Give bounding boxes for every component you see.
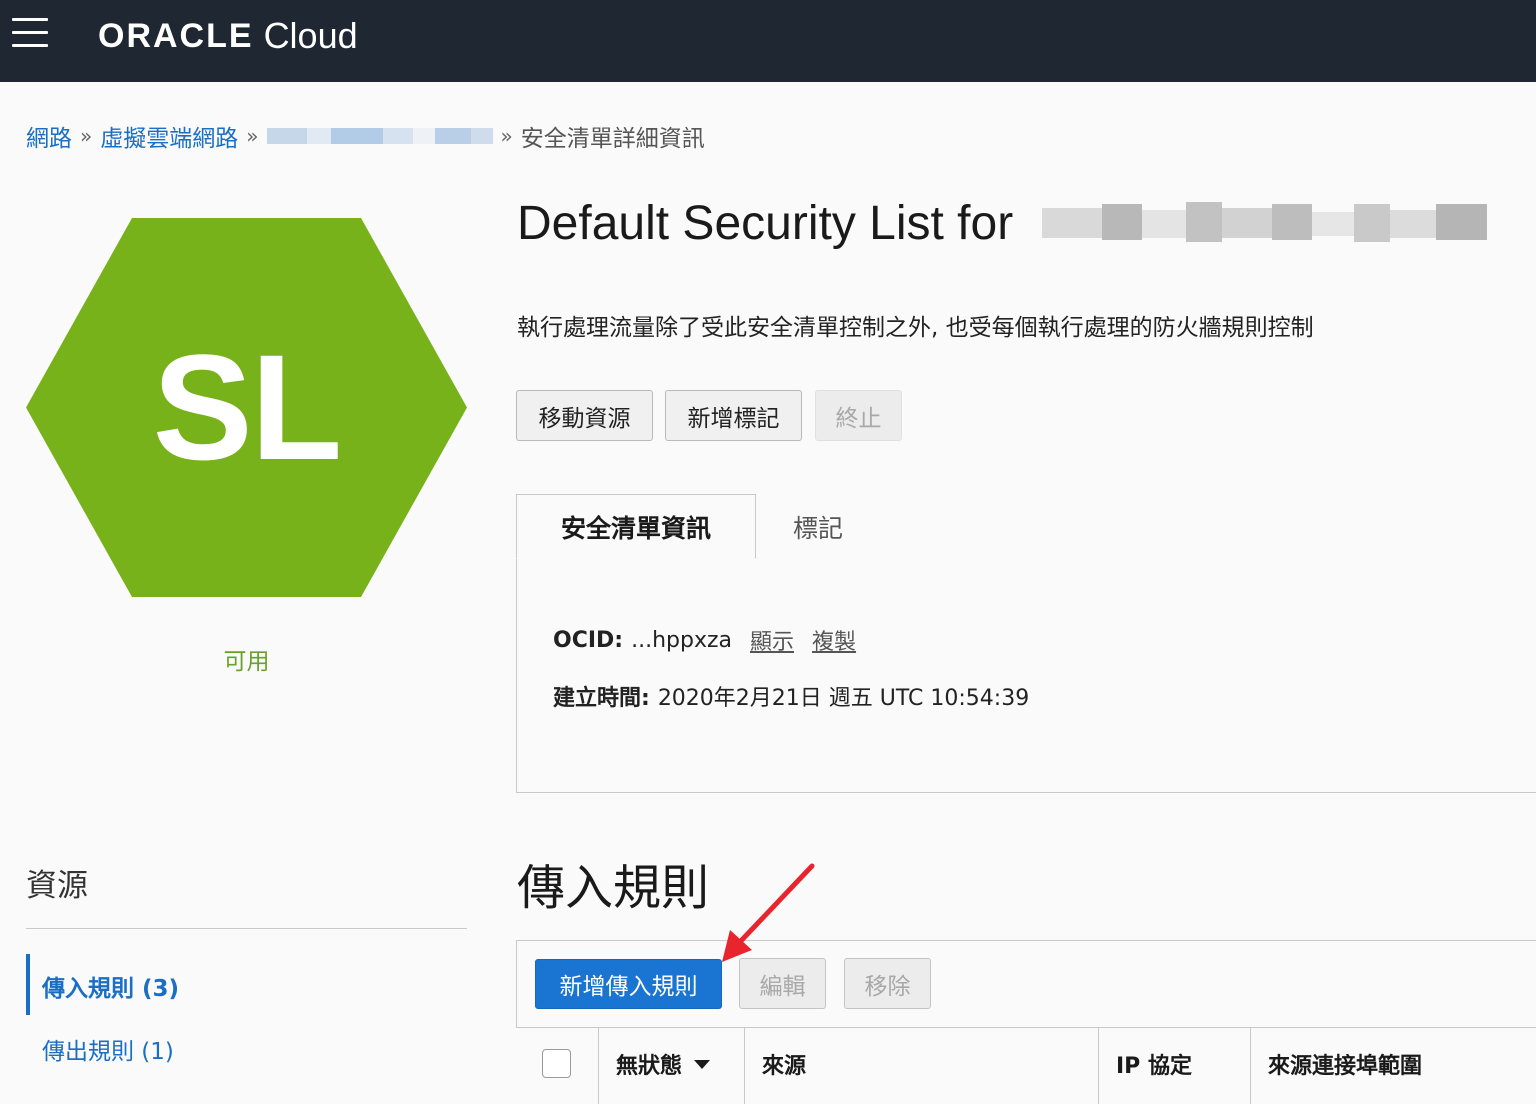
column-header-source[interactable]: 來源	[744, 1028, 1098, 1100]
created-label: 建立時間:	[553, 686, 650, 711]
sidebar-item-ingress-rules[interactable]: 傳入規則 (3)	[42, 969, 179, 1003]
terminate-button[interactable]: 終止	[815, 390, 902, 441]
breadcrumb-redacted-vcn-name[interactable]	[266, 123, 493, 149]
tab-security-list-info[interactable]: 安全清單資訊	[516, 494, 756, 559]
add-tags-button[interactable]: 新增標記	[665, 390, 802, 441]
resources-divider	[26, 928, 467, 929]
brand-secondary: Cloud	[263, 15, 358, 56]
ocid-row: OCID: ...hppxza 顯示 複製	[553, 624, 856, 656]
breadcrumb-separator: »	[246, 124, 259, 148]
top-navigation-bar: ORACLE Cloud	[0, 0, 1536, 82]
column-header-ip-protocol[interactable]: IP 協定	[1098, 1028, 1250, 1100]
page-title: Default Security List for	[517, 197, 1014, 250]
sidebar-item-egress-rules[interactable]: 傳出規則 (1)	[42, 1032, 174, 1066]
select-all-checkbox[interactable]	[542, 1049, 571, 1078]
edit-button[interactable]: 編輯	[739, 958, 826, 1009]
column-header-stateless[interactable]: 無狀態	[598, 1028, 744, 1100]
brand-primary: ORACLE	[98, 16, 254, 55]
resources-title: 資源	[26, 868, 88, 904]
created-value: 2020年2月21日 週五 UTC 10:54:39	[657, 686, 1030, 711]
active-indicator	[26, 954, 30, 1015]
sort-caret-icon	[694, 1059, 711, 1069]
breadcrumb-separator: »	[80, 124, 93, 148]
page-title-redacted-name	[1042, 198, 1487, 248]
page-description: 執行處理流量除了受此安全清單控制之外, 也受每個執行處理的防火牆規則控制	[517, 315, 1314, 341]
column-header-source-port-range[interactable]: 來源連接埠範圍	[1250, 1028, 1536, 1100]
tab-panel-security-list-info	[516, 558, 1536, 793]
copy-ocid-link[interactable]: 複製	[812, 624, 856, 656]
breadcrumb-separator: »	[500, 124, 513, 148]
breadcrumb-current: 安全清單詳細資訊	[520, 126, 705, 152]
add-ingress-rules-button[interactable]: 新增傳入規則	[535, 959, 722, 1009]
breadcrumb-networking[interactable]: 網路	[26, 119, 72, 153]
created-row: 建立時間: 2020年2月21日 週五 UTC 10:54:39	[553, 680, 1029, 712]
move-resource-button[interactable]: 移動資源	[516, 390, 653, 441]
show-ocid-link[interactable]: 顯示	[750, 624, 794, 656]
menu-icon[interactable]	[12, 18, 48, 48]
resource-initials: SL	[152, 323, 343, 491]
status-badge: 可用	[223, 649, 270, 675]
breadcrumb: 網路 » 虛擬雲端網路 » » 安全清單詳細資訊	[26, 120, 705, 152]
column-header-stateless-label: 無狀態	[616, 1054, 683, 1079]
oracle-cloud-logo[interactable]: ORACLE Cloud	[98, 14, 358, 58]
tab-tags[interactable]: 標記	[756, 494, 880, 559]
ingress-rules-title: 傳入規則	[517, 860, 710, 916]
ocid-label: OCID:	[553, 627, 624, 653]
breadcrumb-vcn[interactable]: 虛擬雲端網路	[100, 119, 238, 153]
ocid-value: ...hppxza	[631, 627, 732, 653]
remove-button[interactable]: 移除	[844, 958, 931, 1009]
